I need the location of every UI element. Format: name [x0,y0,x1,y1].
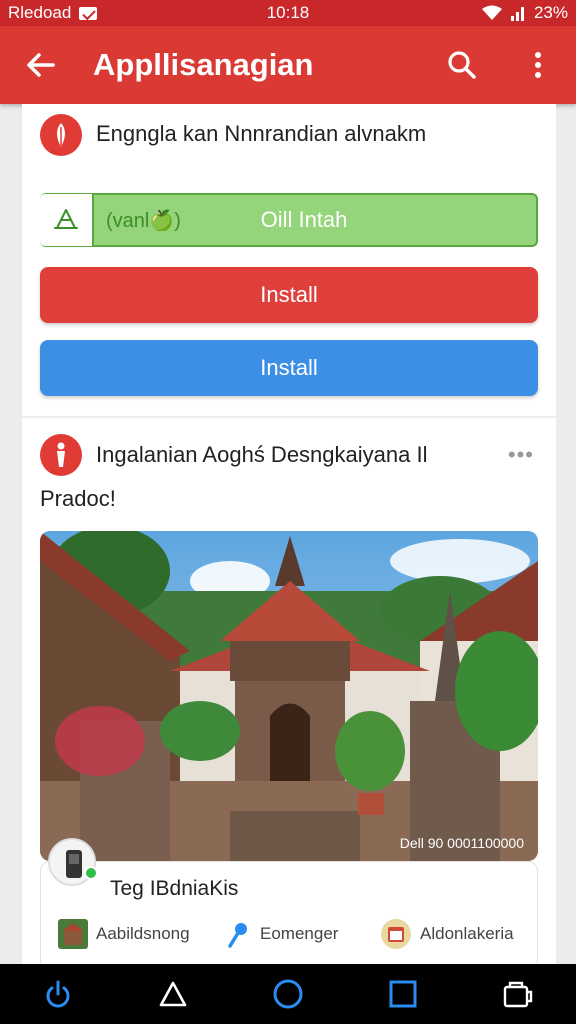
nav-screenshot-button[interactable] [488,964,548,1024]
signal-icon [510,7,524,21]
content-card: Engngla kan Nnnrandian alvnakm (vanl🍏) O… [22,104,556,964]
notification-icon [79,6,98,20]
nav-home-button[interactable] [258,964,318,1024]
home-circle-icon [273,979,303,1009]
navigation-bar [0,964,576,1024]
back-arrow-icon [27,53,55,77]
status-left-text: Rledoad [8,3,72,22]
divider [22,416,556,418]
link-row: Aabildsnong Eomenger Aldonlakeria [40,914,538,954]
nav-power-button[interactable] [28,964,88,1024]
figure-logo-icon [57,442,65,467]
post-photo[interactable]: Dell 90 0001100000 [40,531,538,861]
online-indicator [84,866,98,880]
app-icon [40,194,94,246]
temple-photo [40,531,538,861]
link-label-3: Aldonlakeria [420,924,514,943]
app-bar: Appllisanagian [0,26,576,104]
pin-icon [228,923,247,948]
recents-square-icon [389,980,417,1008]
link-aabildsnong[interactable]: Aabildsnong [58,914,190,954]
page-title: Appllisanagian [93,47,314,82]
link-label-1: Aabildsnong [96,924,190,943]
screenshot-icon [504,981,533,1008]
post-more-button[interactable]: ••• [508,442,534,468]
photo-thumb-icon [58,919,88,949]
back-button[interactable] [0,26,80,104]
wifi-icon [481,5,502,20]
open-button-tag: (vanl🍏) [106,209,181,232]
more-options-button[interactable] [500,26,576,104]
install-button-blue[interactable]: Install [40,340,538,396]
sub-card-title: Teg IBdniaKis [110,877,239,900]
power-icon [46,980,70,1008]
nav-back-button[interactable] [143,964,203,1024]
nav-recents-button[interactable] [373,964,433,1024]
post2-avatar[interactable] [40,434,82,476]
search-button[interactable] [424,26,500,104]
post2-title: Ingalanian Aoghś Desngkaiyana Il [96,442,428,467]
search-icon [448,51,476,79]
status-bar: Rledoad 10:18 23% [0,0,576,26]
battery-percent: 23% [533,3,568,22]
install-button-red[interactable]: Install [40,267,538,323]
link-aldonlakeria[interactable]: Aldonlakeria [380,914,514,954]
link-label-2: Eomenger [260,924,339,943]
tent-icon [54,209,78,229]
back-triangle-icon [159,981,187,1007]
open-button[interactable]: (vanl🍏) Oill Intah [40,193,538,247]
more-vert-icon [535,52,541,78]
photo-caption: Dell 90 0001100000 [399,835,524,851]
calendar-thumb-icon [381,919,411,949]
post2-subtext: Pradoc! [40,486,116,511]
leaf-logo-icon [57,123,65,147]
link-eomenger[interactable]: Eomenger [226,914,338,954]
post1-title: Engngla kan Nnnrandian alvnakm [96,121,427,146]
post1-avatar[interactable] [40,114,82,156]
